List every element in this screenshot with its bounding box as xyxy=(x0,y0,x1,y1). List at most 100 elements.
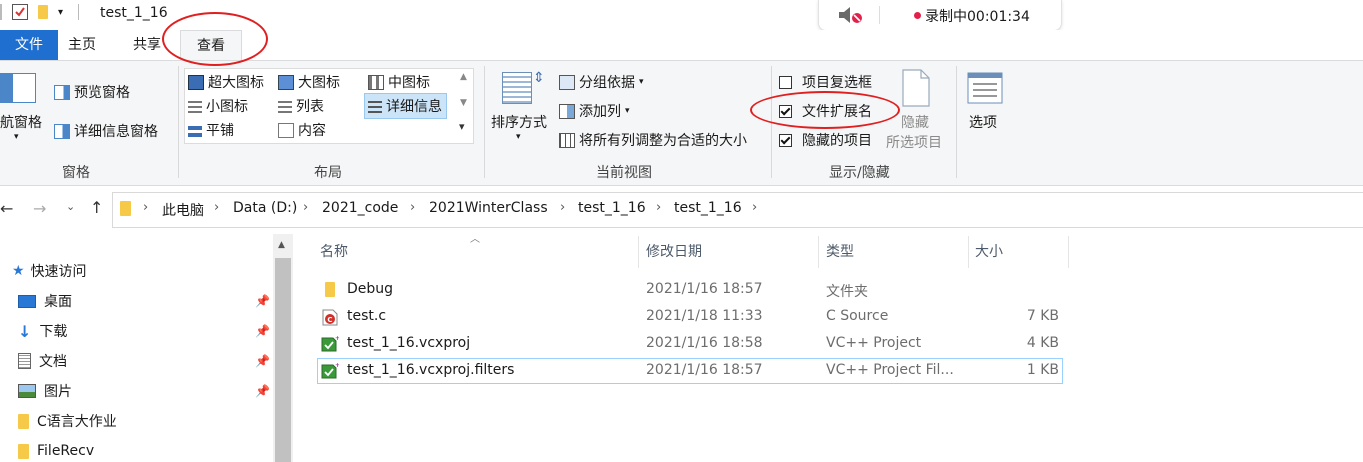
file-type: VC++ Project xyxy=(826,335,922,351)
column-divider[interactable] xyxy=(638,236,639,268)
file-date: 2021/1/16 18:58 xyxy=(646,335,763,351)
download-arrow-icon: ↓ xyxy=(18,321,32,341)
item-checkboxes-toggle[interactable]: 项目复选框 xyxy=(779,72,872,92)
layout-large-label: 大图标 xyxy=(298,75,340,91)
layout-scroll-up-icon[interactable]: ▲ xyxy=(460,72,467,82)
layout-list[interactable]: 列表 xyxy=(278,96,324,116)
nav-item-filerecv[interactable]: FileRecv xyxy=(18,440,94,462)
hidden-items-label: 隐藏的项目 xyxy=(802,133,872,149)
breadcrumb-separator-icon[interactable]: › xyxy=(214,200,219,215)
column-header-date[interactable]: 修改日期 xyxy=(646,236,816,268)
tab-file[interactable]: 文件 xyxy=(0,30,58,60)
nav-item-quick-access[interactable]: ★ 快速访问 xyxy=(12,260,87,282)
hide-selected-label-1[interactable]: 隐藏 xyxy=(901,112,929,132)
fit-columns-label: 将所有列调整为合适的大小 xyxy=(579,133,747,149)
breadcrumb-data-drive[interactable]: Data (D:) xyxy=(233,200,297,216)
layout-small-icons[interactable]: 小图标 xyxy=(188,96,248,116)
details-icon xyxy=(368,99,382,113)
preview-pane-button[interactable]: 预览窗格 xyxy=(54,82,130,102)
column-header-size[interactable]: 大小 xyxy=(975,236,1065,268)
item-checkboxes-checkbox[interactable] xyxy=(779,75,792,89)
group-separator xyxy=(484,66,485,178)
folder-icon xyxy=(18,443,29,459)
file-row[interactable]: ++ test_1_16.vcxproj 2021/1/16 18:58 VC+… xyxy=(317,331,1063,357)
hide-selected-icon[interactable] xyxy=(899,68,933,108)
breadcrumb-this-pc[interactable]: 此电脑 xyxy=(162,200,204,220)
column-divider[interactable] xyxy=(968,236,969,268)
layout-scroll-down-icon[interactable]: ▼ xyxy=(460,98,467,108)
forward-arrow-icon[interactable]: → xyxy=(33,199,46,218)
nav-pane-icon[interactable] xyxy=(0,73,36,103)
add-column-button[interactable]: 添加列 ▾ xyxy=(559,101,630,121)
layout-details-label: 详细信息 xyxy=(386,99,442,115)
sort-by-icon[interactable]: ⇕ xyxy=(502,70,545,106)
speaker-muted-icon[interactable] xyxy=(837,5,865,25)
tab-home[interactable]: 主页 xyxy=(60,30,104,60)
file-row-selected[interactable]: ++ test_1_16.vcxproj.filters 2021/1/16 1… xyxy=(317,358,1063,384)
recent-locations-chevron-icon[interactable]: ⌄ xyxy=(66,200,75,213)
hidden-items-checkbox[interactable] xyxy=(779,133,792,147)
breadcrumb-separator-icon[interactable]: › xyxy=(303,200,308,215)
medium-icons-icon xyxy=(368,74,384,90)
svg-text:++: ++ xyxy=(335,335,339,342)
breadcrumb-separator-icon[interactable]: › xyxy=(752,200,757,215)
breadcrumb-separator-icon[interactable]: › xyxy=(410,200,415,215)
breadcrumb-separator-icon[interactable]: › xyxy=(143,200,148,215)
file-type: C Source xyxy=(826,308,889,324)
breadcrumb-separator-icon[interactable]: › xyxy=(656,200,661,215)
pin-icon[interactable]: 📌 xyxy=(255,384,270,398)
column-header-type[interactable]: 类型 xyxy=(826,236,966,268)
breadcrumb-test-1-16-current[interactable]: test_1_16 xyxy=(674,200,742,216)
details-pane-button[interactable]: 详细信息窗格 xyxy=(54,121,158,141)
nav-item-downloads[interactable]: ↓ 下载 xyxy=(18,320,67,342)
nav-item-desktop[interactable]: 桌面 xyxy=(18,290,72,312)
annotation-ellipse-view-tab xyxy=(162,12,268,66)
layout-extra-large-icons[interactable]: 超大图标 xyxy=(188,72,264,92)
nav-item-pictures[interactable]: 图片 xyxy=(18,380,72,402)
up-arrow-icon[interactable]: ↑ xyxy=(90,198,103,217)
group-separator xyxy=(956,66,957,178)
back-arrow-icon[interactable]: ← xyxy=(0,199,13,218)
quick-access-toolbar: ▾ xyxy=(0,4,79,20)
file-row[interactable]: Debug 2021/1/16 18:57 文件夹 xyxy=(317,277,1063,303)
column-divider[interactable] xyxy=(818,236,819,268)
scroll-up-arrow-icon[interactable]: ▲ xyxy=(278,240,285,250)
group-by-button[interactable]: 分组依据 ▾ xyxy=(559,72,644,92)
breadcrumb-2021winterclass[interactable]: 2021WinterClass xyxy=(429,200,548,216)
layout-medium-icons[interactable]: 中图标 xyxy=(368,72,430,92)
breadcrumb-2021-code[interactable]: 2021_code xyxy=(322,200,398,216)
recorder-divider xyxy=(879,6,880,24)
breadcrumb-test-1-16[interactable]: test_1_16 xyxy=(578,200,646,216)
nav-item-documents[interactable]: 文档 xyxy=(18,350,67,372)
fit-columns-button[interactable]: 将所有列调整为合适的大小 xyxy=(559,130,747,150)
layout-expand-icon[interactable]: ▾ xyxy=(459,120,465,133)
pin-icon[interactable]: 📌 xyxy=(255,294,270,308)
file-type: VC++ Project Fil... xyxy=(826,362,954,378)
pin-icon[interactable]: 📌 xyxy=(255,324,270,338)
nav-pane-chevron-icon[interactable]: ▾ xyxy=(14,132,19,142)
customize-toolbar-chevron-icon[interactable]: ▾ xyxy=(58,7,68,18)
column-divider[interactable] xyxy=(1068,236,1069,268)
new-folder-icon[interactable] xyxy=(38,5,48,19)
hidden-items-toggle[interactable]: 隐藏的项目 xyxy=(779,130,872,150)
options-icon[interactable] xyxy=(967,72,1005,106)
layout-tiles[interactable]: 平铺 xyxy=(188,120,234,140)
nav-pane-button[interactable]: 航窗格 xyxy=(0,112,42,132)
breadcrumb-separator-icon[interactable]: › xyxy=(560,200,565,215)
layout-content-label: 内容 xyxy=(298,123,326,139)
options-button[interactable]: 选项 xyxy=(969,112,997,132)
large-icons-icon xyxy=(278,74,294,90)
pin-icon[interactable]: 📌 xyxy=(255,354,270,368)
column-header-name[interactable]: 名称 xyxy=(320,236,636,268)
properties-checkbox-icon[interactable] xyxy=(12,4,28,20)
layout-large-icons[interactable]: 大图标 xyxy=(278,72,340,92)
layout-content[interactable]: 内容 xyxy=(278,120,326,140)
nav-scrollbar-thumb[interactable] xyxy=(275,258,291,462)
sort-by-chevron-icon[interactable]: ▾ xyxy=(516,132,521,142)
nav-label: 下载 xyxy=(39,324,68,340)
sort-by-button[interactable]: 排序方式 xyxy=(491,112,547,132)
layout-details[interactable]: 详细信息 xyxy=(364,93,447,119)
hide-selected-label-2[interactable]: 所选项目 xyxy=(886,132,942,152)
file-row[interactable]: C test.c 2021/1/18 11:33 C Source 7 KB xyxy=(317,304,1063,330)
nav-item-c-project[interactable]: C语言大作业 xyxy=(18,410,117,432)
